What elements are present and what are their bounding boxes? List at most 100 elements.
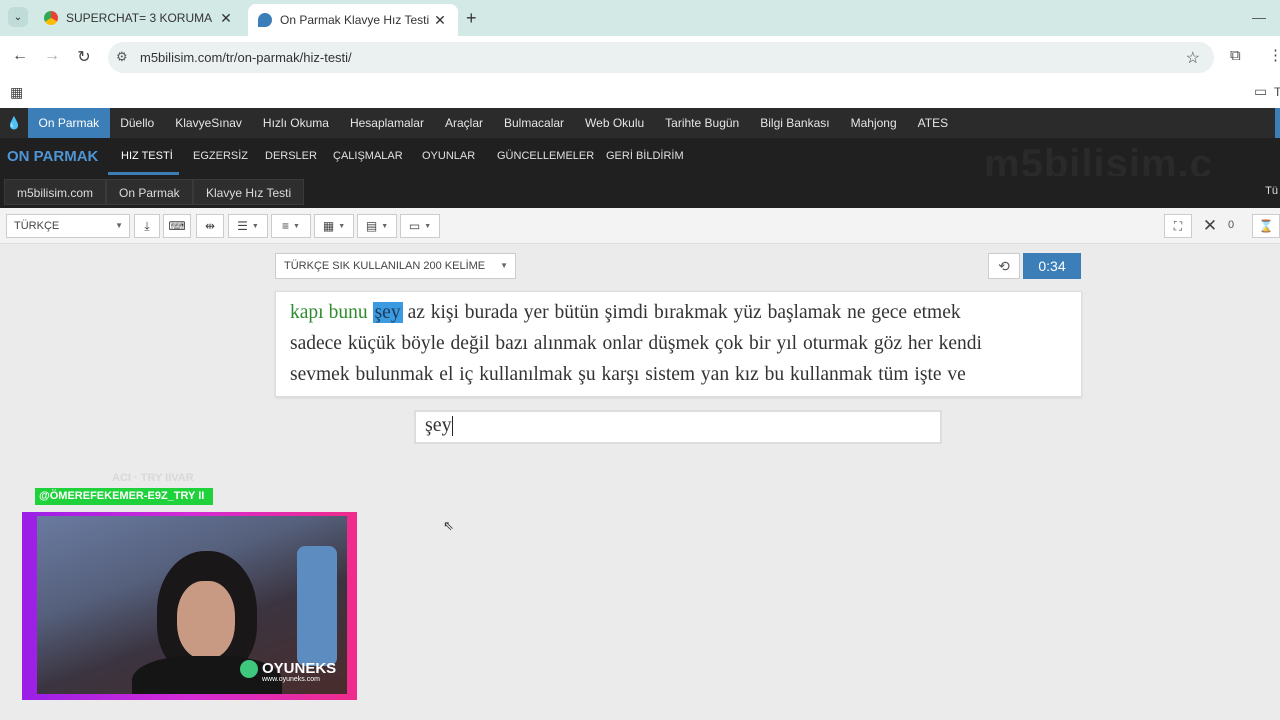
nav-item-bilgi-bankasi[interactable]: Bilgi Bankası: [750, 108, 840, 138]
word-set-select[interactable]: TÜRKÇE SIK KULLANILAN 200 KELİME ▼: [275, 253, 516, 279]
grid-icon: ▦: [322, 219, 335, 233]
breadcrumb-home[interactable]: m5bilisim.com: [4, 179, 107, 205]
bookmark-star-icon[interactable]: ☆: [1186, 48, 1200, 68]
faded-overlay-text: ACI · TRY IIVAR: [112, 472, 194, 484]
subnav-dersler[interactable]: DERSLER: [265, 150, 317, 162]
site-logo-icon[interactable]: 💧: [0, 108, 28, 138]
site-favicon-icon: [258, 13, 272, 27]
completed-word: kapı: [290, 302, 324, 323]
align-button[interactable]: ≡ ▼: [271, 214, 311, 238]
back-icon[interactable]: ←: [10, 47, 30, 65]
mascot-icon: [240, 660, 258, 679]
section-brand[interactable]: ON PARMAK: [7, 148, 98, 165]
breadcrumb-on-parmak[interactable]: On Parmak: [106, 179, 193, 205]
typing-text-panel: kapı bunu şey az kişi burada yer bütün şimd…: [275, 291, 1082, 397]
nav-item-hesaplamalar[interactable]: Hesaplamalar: [339, 108, 434, 138]
hourglass-icon[interactable]: ⌛: [1252, 214, 1280, 238]
site-info-icon[interactable]: ⚙: [116, 49, 128, 65]
forward-icon[interactable]: →: [42, 47, 62, 65]
chevron-down-icon: ▼: [115, 221, 123, 230]
browser-tab-strip: ⌄ SUPERCHAT= 3 KORUMA ✕ On Parmak Klavye…: [0, 0, 1280, 36]
nav-item-web-okulu[interactable]: Web Okulu: [575, 108, 655, 138]
apps-grid-icon[interactable]: ▦: [10, 84, 23, 101]
nav-item-duello[interactable]: Düello: [110, 108, 165, 138]
download-icon[interactable]: ⤓: [134, 214, 160, 238]
browser-tab-active[interactable]: On Parmak Klavye Hız Testi | m5 ✕: [248, 4, 458, 36]
oyuneks-logo: OYUNEKS www.oyuneks.com: [240, 660, 336, 683]
subnav-calismalar[interactable]: ÇALIŞMALAR: [333, 150, 403, 162]
url-text: m5bilisim.com/tr/on-parmak/hiz-testi/: [140, 50, 352, 65]
display-button[interactable]: ▭ ▼: [400, 214, 440, 238]
align-left-icon: ≡: [282, 219, 290, 233]
text-cursor: [451, 416, 453, 437]
nav-item-klavyesinav[interactable]: KlavyeSınav: [165, 108, 253, 138]
subnav-hiz-testi[interactable]: HIZ TESTİ: [121, 150, 173, 162]
breadcrumb-current[interactable]: Klavye Hız Testi: [193, 179, 305, 205]
chevron-down-icon: ▼: [500, 261, 508, 270]
oyuneks-url: www.oyuneks.com: [262, 676, 320, 684]
nav-item-on-parmak[interactable]: On Parmak: [28, 108, 110, 138]
nav-item-hizli-okuma[interactable]: Hızlı Okuma: [252, 108, 339, 138]
pending-words: az kişi burada yer bütün şimdi bırakmak …: [407, 302, 961, 323]
typing-input[interactable]: şey: [414, 410, 942, 444]
line-height-button[interactable]: ☰ ▼: [228, 214, 268, 238]
oyuneks-brand: OYUNEKS: [262, 660, 337, 677]
active-tab-underline: [108, 172, 179, 175]
streamer-face: [177, 581, 235, 659]
subnav-geri-bildirim[interactable]: GERİ BİLDİRİM: [606, 150, 684, 162]
layout-button[interactable]: ▤ ▼: [357, 214, 397, 238]
error-count: 0: [1228, 219, 1235, 231]
language-select-value: TÜRKÇE: [14, 220, 60, 232]
extensions-icon[interactable]: ⧉: [1230, 47, 1241, 64]
fullscreen-icon[interactable]: ⛶: [1164, 214, 1192, 238]
text-line-3: sevmek bulunmak el iç kullanılmak şu kar…: [290, 364, 966, 385]
new-tab-icon[interactable]: +: [466, 8, 477, 29]
rows-icon: ▤: [365, 219, 378, 233]
restart-icon[interactable]: ⟲: [988, 253, 1020, 279]
subnav-guncellemeler[interactable]: GÜNCELLEMELER: [497, 150, 594, 162]
chrome-favicon-icon: [44, 11, 58, 25]
monitor-icon: ▭: [408, 219, 421, 233]
close-tab-icon[interactable]: ✕: [432, 12, 448, 29]
mouse-pointer-icon: ⇖: [443, 518, 454, 533]
countdown-timer: 0:34: [1023, 253, 1081, 279]
current-word: şey: [372, 302, 403, 323]
test-toolbar: TÜRKÇE ▼ ⤓ ⌨ ⇹ ☰ ▼ ≡ ▼ ▦ ▼ ▤ ▼ ▭ ▼ ⛶ ✕ 0 ⌛: [0, 208, 1280, 244]
nav-item-bulmacalar[interactable]: Bulmacalar: [494, 108, 575, 138]
subnav-oyunlar[interactable]: OYUNLAR: [422, 150, 475, 162]
completed-word: bunu: [328, 302, 368, 323]
breadcrumb: m5bilisim.com On Parmak Klavye Hız Testi…: [0, 176, 1280, 208]
menu-icon[interactable]: ⋮: [1268, 46, 1280, 64]
text-line-2: sadece küçük böyle değil bazı alınmak on…: [290, 333, 982, 354]
tab-title: On Parmak Klavye Hız Testi | m5: [280, 13, 432, 27]
chat-alert-banner: @ÖMEREFEKEMER-E9Z_TRY II: [35, 488, 213, 505]
tab-title: SUPERCHAT= 3 KORUMA: [66, 11, 213, 25]
folder-icon[interactable]: ▭: [1254, 83, 1267, 100]
typed-text: şey: [425, 414, 452, 436]
word-set-value: TÜRKÇE SIK KULLANILAN 200 KELİME: [284, 260, 486, 272]
language-switch[interactable]: Tü: [1265, 185, 1278, 197]
site-top-nav: 💧 On Parmak Düello KlavyeSınav Hızlı Oku…: [0, 108, 1280, 138]
section-sub-nav: m5bilisim.c ON PARMAK HIZ TESTİ EGZERSİZ…: [0, 138, 1280, 176]
nav-item-mahjong[interactable]: Mahjong: [840, 108, 907, 138]
reload-icon[interactable]: ↻: [74, 47, 94, 67]
browser-tab-superchat[interactable]: SUPERCHAT= 3 KORUMA ✕: [34, 4, 244, 32]
grid-button[interactable]: ▦ ▼: [314, 214, 354, 238]
minimize-icon[interactable]: —: [1252, 9, 1266, 25]
nav-item-araclar[interactable]: Araçlar: [434, 108, 493, 138]
error-x-icon: ✕: [1202, 216, 1218, 235]
bookmark-folder-label[interactable]: T: [1274, 85, 1280, 99]
nav-item-ates[interactable]: ATES: [907, 108, 958, 138]
subnav-egzersiz[interactable]: EGZERSİZ: [193, 150, 248, 162]
close-tab-icon[interactable]: ✕: [218, 10, 234, 27]
gaming-chair: [297, 546, 337, 666]
language-select[interactable]: TÜRKÇE ▼: [6, 214, 130, 238]
address-toolbar: ← → ↻ ⚙ m5bilisim.com/tr/on-parmak/hiz-t…: [0, 36, 1280, 78]
nav-item-tarihte-bugun[interactable]: Tarihte Bugün: [655, 108, 750, 138]
fit-width-icon[interactable]: ⇹: [196, 214, 224, 238]
menu-lines-icon: ☰: [237, 219, 248, 233]
tab-search-button[interactable]: ⌄: [8, 7, 28, 27]
keyboard-toggle-icon[interactable]: ⌨: [163, 214, 191, 238]
brand-watermark: m5bilisim.c: [984, 142, 1213, 176]
address-bar[interactable]: ⚙ m5bilisim.com/tr/on-parmak/hiz-testi/ …: [108, 42, 1214, 73]
